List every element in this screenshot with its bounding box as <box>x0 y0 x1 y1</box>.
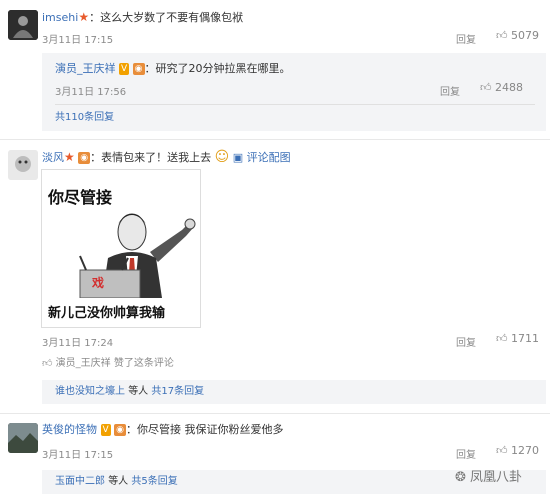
verified-icon: V <box>119 63 130 75</box>
star-icon: ★ <box>78 10 90 24</box>
comment-time: 3月11日 17:15 <box>42 35 114 46</box>
reply-text: ：研究了20分钟拉黑在哪里。 <box>144 62 291 75</box>
like-count: 2488 <box>495 81 523 94</box>
like-button[interactable]: 👍︎ 1270 <box>496 444 539 457</box>
doge-emoji-icon: ☺ <box>214 149 230 165</box>
comment-line: 英俊的怪物 V ◉ ：你尽管接 我保证你粉丝爱他多 <box>42 422 284 438</box>
more-replies-link[interactable]: 共110条回复 <box>55 110 114 126</box>
like-button[interactable]: 👍︎ 1711 <box>496 332 539 345</box>
image-link-label: 评论配图 <box>246 151 291 164</box>
reply-button[interactable]: 回复 <box>456 446 476 461</box>
reply-summary-suffix: 等人 <box>108 476 129 487</box>
liked-by-text: 演员_王庆祥 赞了这条评论 <box>55 358 174 369</box>
more-replies-link[interactable]: 共17条回复 <box>151 386 204 397</box>
like-count: 1270 <box>511 444 539 457</box>
reply-username[interactable]: 演员_王庆祥 <box>55 62 116 75</box>
comment-image[interactable]: 你尽管接 戏 新儿己没你帅算我输 <box>41 169 201 328</box>
reply-summary-users[interactable]: 玉面中二郎 <box>55 476 105 487</box>
comment-username[interactable]: 淡风 <box>42 151 64 164</box>
comment-line: imsehi★：这么大岁数了不要有偶像包袱 <box>42 9 243 26</box>
thumbs-up-icon: 👍︎ <box>496 332 508 345</box>
thumbs-up-icon: 👍︎ <box>480 81 492 94</box>
reply-time: 3月11日 17:56 <box>55 87 127 98</box>
reply-summary: 谁也没知之壕上 等人 共17条回复 <box>55 384 204 400</box>
watermark-text: 凤凰八卦 <box>470 470 523 485</box>
reply-button[interactable]: 回复 <box>440 83 460 98</box>
comment-text: ：这么大岁数了不要有偶像包袱 <box>89 11 244 24</box>
avatar[interactable] <box>8 10 38 40</box>
avatar-image <box>8 10 38 40</box>
vip-icon: ◉ <box>78 152 91 164</box>
reply-button[interactable]: 回复 <box>456 31 476 46</box>
reply-button[interactable]: 回复 <box>456 334 476 349</box>
avatar-image <box>8 150 38 180</box>
comment-line: 淡风★ ◉ ：表情包来了！送我上去 ☺ ▣ 评论配图 <box>42 149 291 166</box>
liked-by-notice: 👍︎ 演员_王庆祥 赞了这条评论 <box>42 354 174 369</box>
image-icon: ▣ <box>232 151 244 164</box>
reply-summary-users[interactable]: 谁也没知之壕上 <box>55 386 125 397</box>
more-replies-link[interactable]: 共5条回复 <box>131 476 177 487</box>
like-button[interactable]: 👍︎ 2488 <box>480 81 523 94</box>
thumbs-up-icon: 👍︎ <box>496 29 508 42</box>
like-count: 1711 <box>511 332 539 345</box>
divider <box>0 413 550 414</box>
like-count: 5079 <box>511 29 539 42</box>
comment-username[interactable]: 英俊的怪物 <box>42 423 97 436</box>
reply-summary: 玉面中二郎 等人 共5条回复 <box>55 474 178 490</box>
comment-text: ：你尽管接 我保证你粉丝爱他多 <box>126 423 284 436</box>
star-icon: ★ <box>64 150 75 164</box>
thumbs-up-icon: 👍︎ <box>496 444 508 457</box>
comment-username[interactable]: imsehi <box>42 11 78 24</box>
wechat-icon: ❂ <box>455 470 466 485</box>
watermark: ❂ 凤凰八卦 <box>455 466 522 485</box>
vip-icon: ◉ <box>132 63 145 75</box>
avatar[interactable] <box>8 150 38 180</box>
comment-text: ：表情包来了！送我上去 <box>90 151 212 164</box>
vip-icon: ◉ <box>114 424 127 436</box>
image-link[interactable]: ▣ 评论配图 <box>233 151 291 164</box>
thumbs-up-icon: 👍︎ <box>42 358 53 369</box>
meme-figure <box>79 213 196 298</box>
divider <box>55 104 535 105</box>
divider <box>0 139 550 140</box>
verified-icon: V <box>100 424 111 436</box>
comment-time: 3月11日 17:24 <box>42 338 114 349</box>
avatar[interactable] <box>8 423 38 453</box>
meme-sign-text: 戏 <box>92 276 105 290</box>
meme-bottom-text: 新儿己没你帅算我输 <box>48 306 166 321</box>
avatar-image <box>8 423 38 453</box>
reply-summary-suffix: 等人 <box>128 386 149 397</box>
like-button[interactable]: 👍︎ 5079 <box>496 29 539 42</box>
comment-time: 3月11日 17:15 <box>42 450 114 461</box>
reply-line: 演员_王庆祥 V ◉ ：研究了20分钟拉黑在哪里。 <box>55 61 291 77</box>
